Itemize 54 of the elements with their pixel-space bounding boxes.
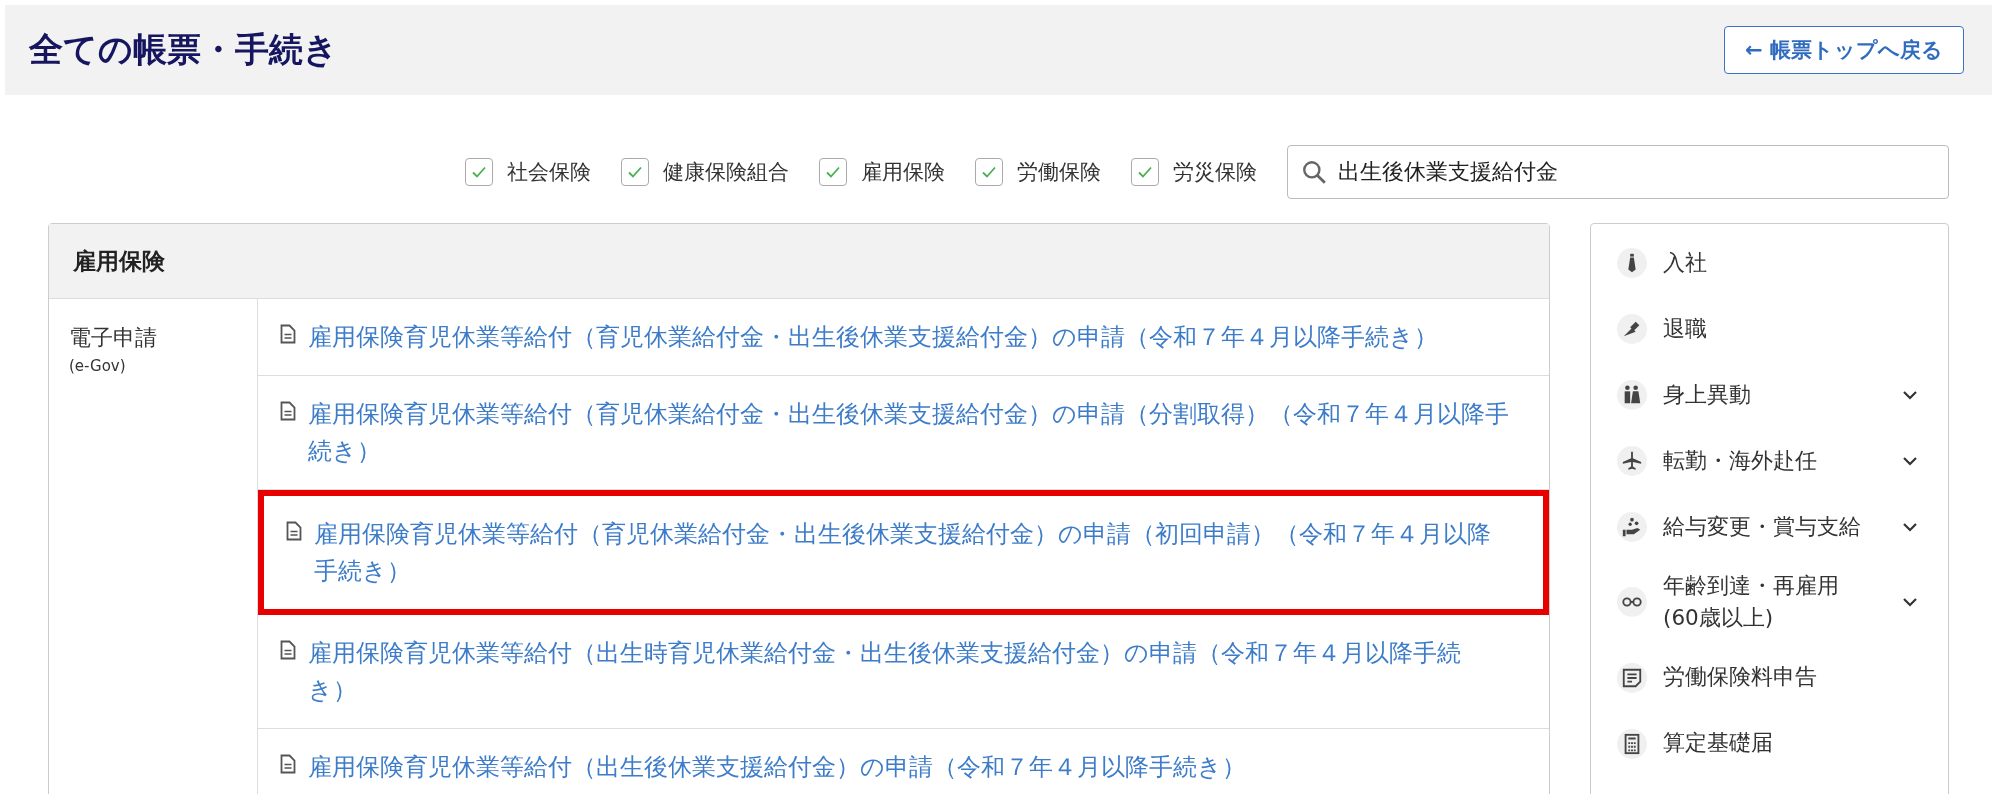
- sidebar-label: 退職: [1663, 314, 1708, 343]
- sidebar-item[interactable]: 入社: [1591, 230, 1948, 296]
- checkbox[interactable]: [465, 158, 493, 186]
- filter-label: 雇用保険: [861, 159, 945, 186]
- hand-coins-icon: [1617, 512, 1647, 542]
- chevron-down-icon[interactable]: [1902, 597, 1918, 608]
- sidebar-label: 身上異動: [1663, 380, 1752, 409]
- sidebar-label: 給与変更・賞与支給: [1663, 512, 1862, 541]
- checkbox[interactable]: [621, 158, 649, 186]
- page-title: 全ての帳票・手続き: [29, 28, 338, 71]
- form-link[interactable]: 雇用保険育児休業等給付（育児休業給付金・出生後休業支援給付金）の申請（初回申請）（令和７年４月以降手続き）: [314, 516, 1503, 590]
- checkbox[interactable]: [819, 158, 847, 186]
- document-icon: [280, 640, 296, 661]
- chevron-down-icon[interactable]: [1902, 390, 1918, 400]
- document-icon: [280, 324, 296, 344]
- airplane-icon: [1617, 446, 1647, 476]
- sidebar-label: 入社: [1663, 248, 1708, 277]
- form-link[interactable]: 雇用保険育児休業等給付（育児休業給付金・出生後休業支援給付金）の申請（令和７年４月以降手続き）: [308, 319, 1438, 356]
- sidebar-label: 年齢到達・再雇用 (60歳以上): [1663, 572, 1840, 633]
- checkbox[interactable]: [1131, 158, 1159, 186]
- sidebar-item[interactable]: 労働保険料申告: [1591, 644, 1948, 711]
- category-label: 電子申請: [69, 324, 158, 352]
- filter-label: 健康保険組合: [663, 159, 789, 186]
- form-link[interactable]: 雇用保険育児休業等給付（出生後休業支援給付金）の申請（令和７年４月以降手続き）: [308, 748, 1246, 786]
- chevron-down-icon[interactable]: [1902, 456, 1918, 466]
- sidebar-item[interactable]: 給与変更・賞与支給: [1591, 494, 1948, 560]
- section-title: 雇用保険: [73, 246, 165, 276]
- couple-icon: [1617, 380, 1647, 410]
- document-icon: [286, 521, 302, 542]
- filter-label: 社会保険: [507, 159, 591, 186]
- filter-label: 労災保険: [1173, 159, 1257, 186]
- document-icon: [1617, 662, 1647, 693]
- sidebar-label: 転勤・海外赴任: [1663, 446, 1818, 475]
- form-link[interactable]: 雇用保険育児休業等給付（出生時育児休業給付金・出生後休業支援給付金）の申請（令和７年４月以降手続き）: [308, 635, 1509, 708]
- sidebar-label: 労働保険料申告: [1663, 663, 1818, 692]
- sidebar-item[interactable]: 算定基礎届: [1591, 710, 1948, 777]
- checkbox[interactable]: [975, 158, 1003, 186]
- sidebar-item[interactable]: 退職: [1591, 296, 1948, 362]
- sidebar-item[interactable]: 転勤・海外赴任: [1591, 428, 1948, 494]
- back-button[interactable]: ← 帳票トップへ戻る: [1724, 26, 1964, 74]
- calculator-icon: [1617, 728, 1647, 759]
- glasses-icon: [1617, 587, 1647, 618]
- sidebar-item[interactable]: 年齢到達・再雇用 (60歳以上): [1591, 560, 1948, 645]
- document-icon: [280, 753, 296, 774]
- filter-label: 労働保険: [1017, 159, 1101, 186]
- sidebar-label: 算定基礎届: [1663, 729, 1774, 758]
- necktie-icon: [1617, 248, 1647, 278]
- search-field[interactable]: 出生後休業支援給付金: [1287, 145, 1949, 199]
- search-icon: [1301, 159, 1327, 185]
- sidebar-item[interactable]: 身上異動: [1591, 362, 1948, 428]
- chevron-down-icon[interactable]: [1902, 522, 1918, 532]
- category-sublabel: (e-Gov): [69, 357, 127, 375]
- form-link[interactable]: 雇用保険育児休業等給付（育児休業給付金・出生後休業支援給付金）の申請（分割取得）（令和７年４月以降手続き）: [308, 396, 1509, 470]
- document-icon: [280, 401, 296, 422]
